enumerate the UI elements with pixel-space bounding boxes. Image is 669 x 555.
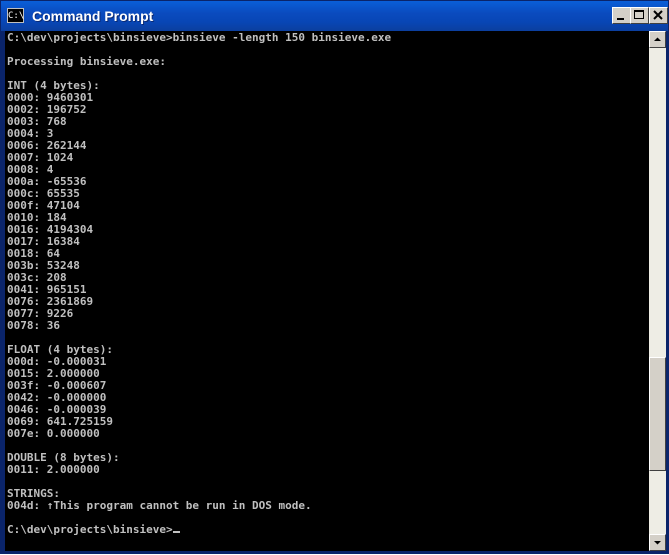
- int-value-line: 0017: 16384: [7, 235, 80, 248]
- maximize-button[interactable]: [630, 7, 649, 24]
- scroll-down-button[interactable]: [649, 534, 666, 551]
- arrow-down-icon: [654, 541, 661, 545]
- command-line: C:\dev\projects\binsieve>binsieve -lengt…: [7, 32, 392, 44]
- int-header: INT (4 bytes):: [7, 79, 100, 92]
- int-value-line: 0008: 4: [7, 163, 54, 176]
- close-icon: [653, 10, 663, 20]
- prompt-text: C:\dev\projects\binsieve>: [7, 523, 173, 536]
- minimize-icon: [617, 18, 624, 20]
- int-value-line: 0010: 184: [7, 211, 67, 224]
- title-bar[interactable]: C:\ Command Prompt: [1, 1, 668, 31]
- window-title: Command Prompt: [32, 8, 154, 24]
- int-value-line: 0018: 64: [7, 247, 60, 260]
- int-value-line: 003c: 208: [7, 271, 67, 284]
- double-header: DOUBLE (8 bytes):: [7, 451, 120, 464]
- console-area[interactable]: C:\dev\projects\binsieve>binsieve -lengt…: [5, 31, 666, 551]
- prompt-line[interactable]: C:\dev\projects\binsieve>: [7, 524, 647, 536]
- int-value-line: 0004: 3: [7, 127, 54, 140]
- vertical-scrollbar[interactable]: [649, 31, 666, 551]
- int-value-line: 000a: -65536: [7, 175, 87, 188]
- int-value-line: 000f: 47104: [7, 199, 80, 212]
- int-value-line: 003b: 53248: [7, 259, 80, 272]
- float-value-line: 000d: -0.000031: [7, 355, 107, 368]
- processing-line: Processing binsieve.exe:: [7, 55, 166, 68]
- int-value-line: 0006: 262144: [7, 139, 87, 152]
- int-value-line: 0016: 4194304: [7, 223, 94, 236]
- int-value-line: 0078: 36: [7, 319, 60, 332]
- console-output[interactable]: C:\dev\projects\binsieve>binsieve -lengt…: [7, 32, 647, 550]
- int-value-line: 000c: 65535: [7, 187, 80, 200]
- string-value-line: 004d: ↑This program cannot be run in DOS…: [7, 499, 312, 512]
- int-value-line: 0076: 2361869: [7, 295, 94, 308]
- arrow-up-icon: [654, 37, 661, 41]
- int-value-line: 0041: 965151: [7, 283, 87, 296]
- int-value-line: 0077: 9226: [7, 307, 74, 320]
- close-button[interactable]: [649, 7, 668, 24]
- int-value-line: 0003: 768: [7, 115, 67, 128]
- int-value-line: 0007: 1024: [7, 151, 74, 164]
- scroll-thumb[interactable]: [649, 356, 666, 471]
- int-value-line: 0000: 9460301: [7, 91, 94, 104]
- command-prompt-icon[interactable]: C:\: [7, 8, 24, 23]
- text-cursor: [172, 531, 180, 533]
- scroll-up-button[interactable]: [649, 31, 666, 48]
- command-prompt-window: C:\ Command Prompt C:\dev\projects\binsi…: [0, 0, 669, 554]
- int-value-line: 0002: 196752: [7, 103, 87, 116]
- float-value-line: 007e: 0.000000: [7, 427, 100, 440]
- minimize-button[interactable]: [612, 7, 631, 24]
- float-value-line: 0069: 641.725159: [7, 415, 113, 428]
- double-value-line: 0011: 2.000000: [7, 463, 100, 476]
- maximize-icon: [634, 10, 644, 19]
